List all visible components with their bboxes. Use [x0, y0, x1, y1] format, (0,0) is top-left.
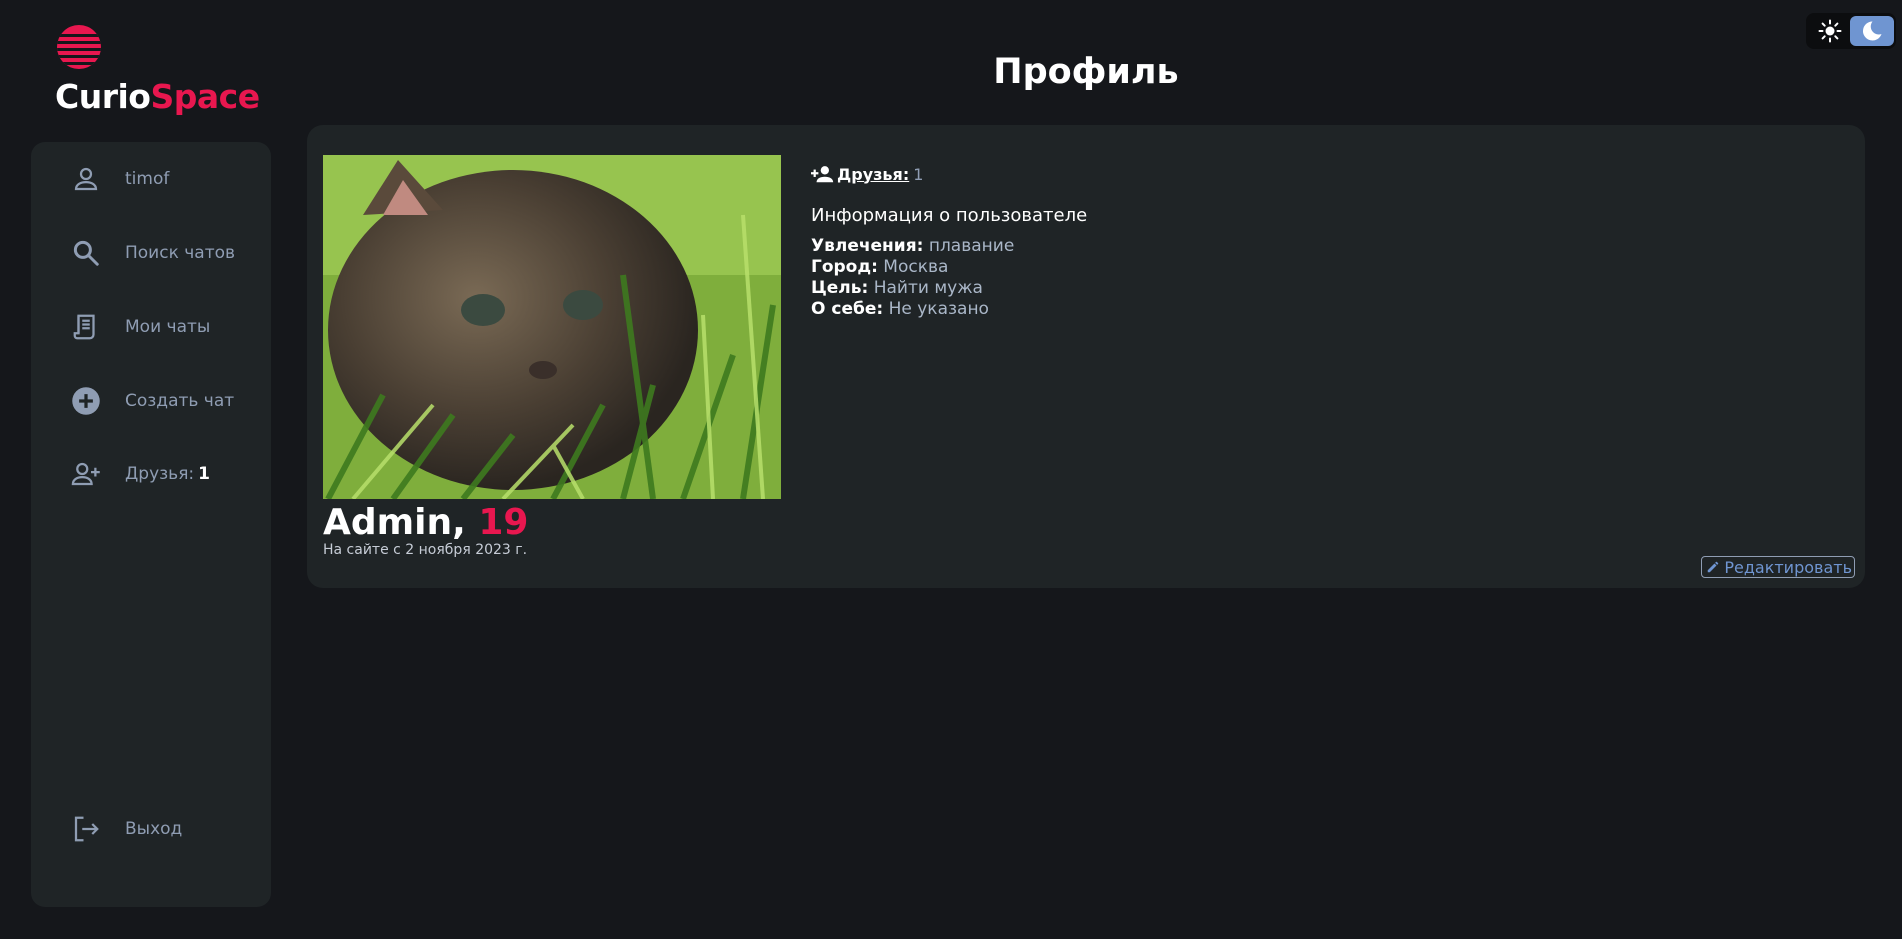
- edit-button-label: Редактировать: [1724, 557, 1852, 577]
- profile-card: Admin, 19 На сайте с 2 ноября 2023 г. Др…: [307, 125, 1865, 588]
- search-icon: [73, 240, 99, 266]
- info-field-about: О себе: Не указано: [811, 299, 989, 319]
- globe-logo-icon: [57, 25, 101, 69]
- profile-info: Друзья: 1 Информация о пользователе Увле…: [811, 163, 1511, 320]
- friends-link[interactable]: Друзья:: [837, 165, 909, 184]
- person-add-icon: [811, 166, 834, 183]
- add-circle-icon: [72, 387, 100, 415]
- info-field-hobbies: Увлечения: плавание: [811, 236, 1015, 256]
- logout-icon: [74, 816, 99, 842]
- profile-avatar-image: [323, 155, 781, 499]
- brand-name: CurioSpace: [55, 77, 260, 116]
- moon-icon: [1862, 21, 1882, 41]
- sidebar-item-profile[interactable]: timof: [71, 159, 261, 199]
- friends-row: Друзья: 1: [811, 163, 1511, 185]
- sun-icon: [1818, 19, 1842, 43]
- dark-theme-button[interactable]: [1850, 16, 1894, 46]
- logout-button[interactable]: Выход: [71, 809, 261, 849]
- page-title: Профиль: [993, 52, 1179, 92]
- person-add-icon: [71, 462, 100, 486]
- profile-name: Admin, 19: [323, 502, 529, 543]
- sidebar-item-label: timof: [125, 169, 170, 189]
- info-field-city: Город: Москва: [811, 257, 949, 277]
- sidebar: timof Поиск чатов Мои чаты Создать чат Д…: [31, 142, 271, 907]
- profile-age: 19: [478, 502, 529, 543]
- light-theme-button[interactable]: [1810, 16, 1850, 46]
- sidebar-item-create-chat[interactable]: Создать чат: [71, 381, 261, 421]
- sidebar-item-label: Поиск чатов: [125, 243, 236, 263]
- pencil-icon: [1708, 561, 1719, 573]
- user-icon: [74, 167, 98, 191]
- friends-count-badge: 1: [198, 464, 210, 484]
- sidebar-item-label: Друзья:: [125, 464, 195, 484]
- edit-profile-button[interactable]: Редактировать: [1701, 556, 1855, 578]
- sidebar-item-search-chats[interactable]: Поиск чатов: [71, 233, 261, 273]
- sidebar-item-label: Мои чаты: [125, 317, 211, 337]
- sidebar-item-label: Создать чат: [125, 391, 235, 411]
- profile-joined-date: На сайте с 2 ноября 2023 г.: [323, 542, 528, 558]
- logout-label: Выход: [125, 819, 183, 839]
- info-field-goal: Цель: Найти мужа: [811, 278, 983, 298]
- info-section-title: Информация о пользователе: [811, 205, 1088, 226]
- receipt-icon: [73, 314, 95, 340]
- info-fields: Увлечения: плавание Город: Москва Цель: …: [811, 236, 1511, 320]
- sidebar-item-my-chats[interactable]: Мои чаты: [71, 307, 261, 347]
- friends-count: 1: [913, 164, 924, 184]
- sidebar-item-friends[interactable]: Друзья: 1: [71, 454, 261, 494]
- theme-toggle[interactable]: [1806, 13, 1896, 49]
- brand-logo[interactable]: CurioSpace: [55, 25, 260, 116]
